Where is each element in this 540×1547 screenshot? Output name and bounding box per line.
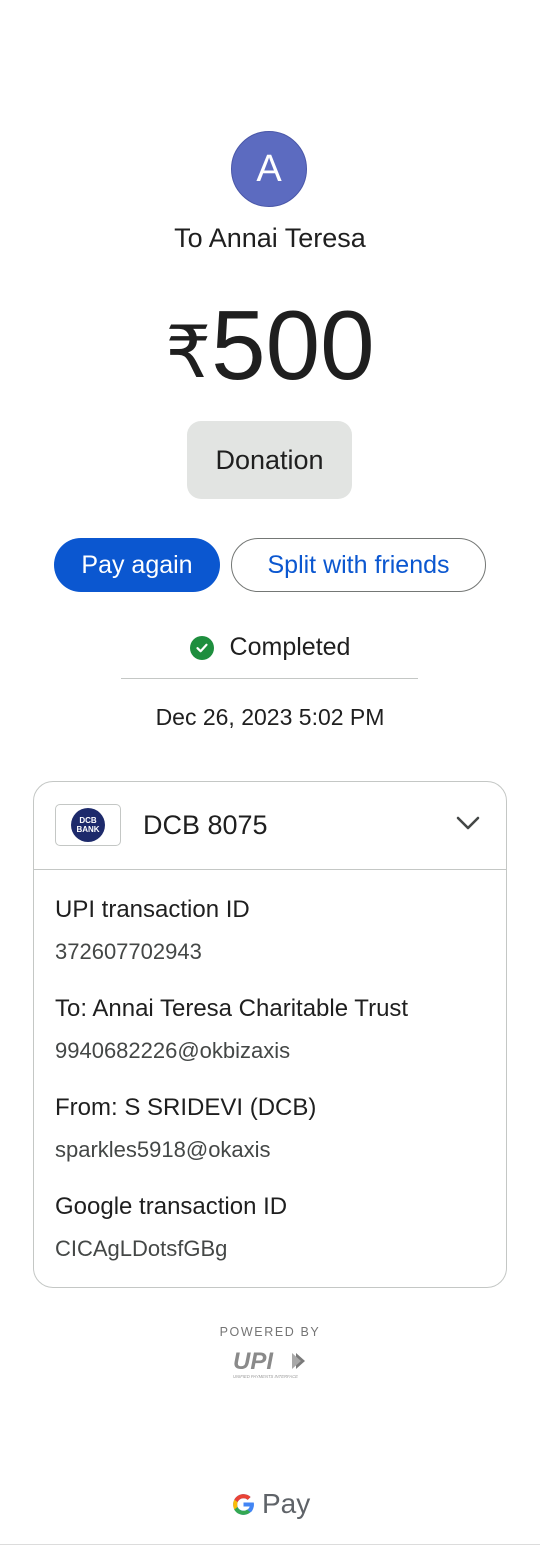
- google-transaction-id-label: Google transaction ID: [55, 1193, 288, 1220]
- upi-tagline: UNIFIED PAYMENTS INTERFACE: [233, 1374, 298, 1379]
- split-with-friends-button[interactable]: Split with friends: [231, 538, 486, 592]
- bottom-divider: [0, 1544, 540, 1545]
- currency-symbol: ₹: [165, 313, 212, 393]
- google-pay-logo: Pay: [230, 1488, 310, 1520]
- check-circle-icon: [189, 635, 214, 660]
- bank-account-name: DCB 8075: [143, 810, 268, 840]
- upi-transaction-id-label: UPI transaction ID: [55, 896, 250, 923]
- pay-wordmark: Pay: [262, 1488, 311, 1519]
- chevron-down-icon[interactable]: [456, 815, 480, 831]
- bank-logo: DCB BANK: [55, 804, 121, 846]
- to-upi-id: 9940682226@okbizaxis: [55, 1038, 291, 1063]
- google-g-icon: [233, 1493, 255, 1515]
- divider: [121, 678, 418, 679]
- powered-by-label: POWERED BY: [219, 1325, 321, 1339]
- transaction-datetime: Dec 26, 2023 5:02 PM: [155, 704, 385, 730]
- amount-value: 500: [211, 290, 375, 400]
- google-transaction-id-value: CICAgLDotsfGBg: [55, 1236, 228, 1261]
- amount: ₹500: [0, 290, 540, 400]
- transaction-details-card: DCB BANK DCB 8075 UPI transaction ID 372…: [33, 781, 507, 1288]
- status-row: Completed: [0, 633, 540, 662]
- account-header[interactable]: DCB BANK DCB 8075: [34, 782, 506, 870]
- upi-logo: UPI UNIFIED PAYMENTS INTERFACE: [230, 1347, 310, 1386]
- avatar: A: [231, 131, 307, 207]
- upi-logo-text: UPI: [233, 1348, 274, 1375]
- avatar-initial: A: [256, 147, 282, 190]
- recipient-title: To Annai Teresa: [174, 223, 366, 253]
- from-label: From: S SRIDEVI (DCB): [55, 1094, 317, 1121]
- to-label: To: Annai Teresa Charitable Trust: [55, 995, 409, 1022]
- upi-transaction-id-value: 372607702943: [55, 939, 202, 964]
- from-upi-id: sparkles5918@okaxis: [55, 1137, 271, 1162]
- payment-note-chip: Donation: [187, 421, 352, 499]
- status-label: Completed: [229, 633, 351, 661]
- pay-again-button[interactable]: Pay again: [54, 538, 220, 592]
